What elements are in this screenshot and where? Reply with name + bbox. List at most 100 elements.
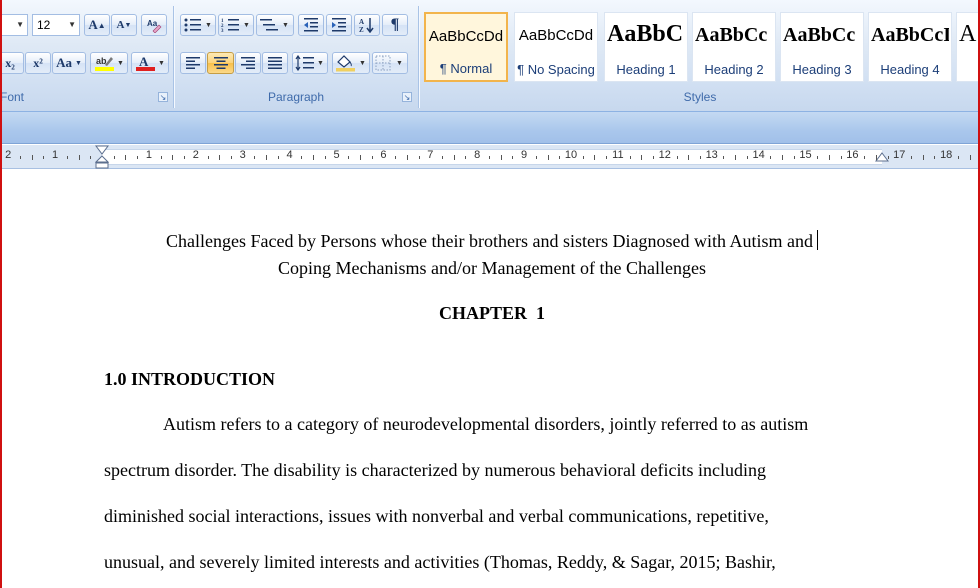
font-color-button[interactable]: A ▼ <box>131 52 169 74</box>
svg-text:Aa: Aa <box>147 19 158 28</box>
ruler-number: 6 <box>380 149 387 161</box>
style-title[interactable]: A <box>956 12 980 82</box>
ribbon-bottom-strip <box>0 112 980 144</box>
increase-indent-button[interactable] <box>326 14 352 36</box>
paragraph-line: diminished social interactions, issues w… <box>104 506 769 526</box>
ruler-tick <box>629 156 631 159</box>
style-sample: AaBbCc <box>783 24 856 46</box>
title-line-1-text: Challenges Faced by Persons whose their … <box>166 231 813 251</box>
ruler-tick <box>582 156 584 159</box>
font-dialog-launcher-icon[interactable]: ↘ <box>158 92 168 102</box>
ruler-tick <box>301 156 303 159</box>
ruler-number: 14 <box>752 149 765 161</box>
decrease-indent-button[interactable] <box>298 14 324 36</box>
ruler-tick <box>113 156 115 159</box>
align-right-icon <box>241 57 255 69</box>
ruler-number: 9 <box>521 149 528 161</box>
font-size-combo[interactable]: 12 ▼ <box>32 14 80 36</box>
change-case-button[interactable]: Aa ▼ <box>52 52 86 74</box>
horizontal-ruler[interactable]: 2 1 1 2 3 4 5 6 7 8 9 10 11 12 13 14 15 16 17 18 <box>0 145 980 169</box>
ruler-number: 5 <box>333 149 340 161</box>
style-normal[interactable]: AaBbCcDd ¶ Normal <box>424 12 508 82</box>
font-group: ▼ 12 ▼ A ▲ A ▼ Aa x₂ x² Aa ▼ ab ▼ A ▼ Fo… <box>0 4 172 108</box>
svg-text:A: A <box>359 18 364 26</box>
svg-text:Z: Z <box>359 26 364 33</box>
ruler-tick <box>934 156 936 159</box>
ruler-tick <box>277 156 279 159</box>
style-heading-2[interactable]: AaBbCc Heading 2 <box>692 12 776 82</box>
ruler-tick <box>641 155 643 160</box>
style-heading-3[interactable]: AaBbCc Heading 3 <box>780 12 864 82</box>
clear-formatting-button[interactable]: Aa <box>141 14 167 36</box>
title-line-2: Coping Mechanisms and/or Management of t… <box>278 258 706 278</box>
ruler-tick <box>840 156 842 159</box>
align-center-icon <box>213 57 228 69</box>
ruler-number: 2 <box>192 149 199 161</box>
show-formatting-marks-button[interactable]: ¶ <box>382 14 408 36</box>
chevron-down-icon: ▼ <box>68 20 76 29</box>
ruler-tick <box>699 156 701 159</box>
style-heading-1[interactable]: AaBbC Heading 1 <box>604 12 688 82</box>
ruler-tick <box>230 156 232 159</box>
ruler-number: 13 <box>705 149 718 161</box>
subscript-button[interactable]: x₂ <box>0 52 24 74</box>
borders-icon: ▼ <box>375 55 403 71</box>
ruler-tick <box>782 155 784 160</box>
style-sample: AaBbC <box>607 21 684 47</box>
font-name-combo[interactable]: ▼ <box>0 14 28 36</box>
ruler-tick <box>43 156 45 159</box>
ruler-tick <box>911 156 913 159</box>
paragraph-group: ▼ 1 2 3 ▼ ▼ A Z ¶ ▼ ▼ ▼ Paragraph ↘ <box>176 4 416 108</box>
style-heading-4[interactable]: AaBbCcI Heading 4 <box>868 12 952 82</box>
shrink-font-button[interactable]: A ▼ <box>111 14 137 36</box>
chevron-down-icon: ▼ <box>74 59 82 67</box>
style-name: Heading 1 <box>616 62 676 77</box>
grow-font-button[interactable]: A ▲ <box>84 14 110 36</box>
paragraph-dialog-launcher-icon[interactable]: ↘ <box>402 92 412 102</box>
svg-text:▼: ▼ <box>158 59 165 67</box>
svg-text:A: A <box>139 54 149 69</box>
align-right-button[interactable] <box>235 52 261 74</box>
bullets-button[interactable]: ▼ <box>180 14 216 36</box>
style-sample: A <box>959 21 977 47</box>
shading-button[interactable]: ▼ <box>332 52 370 74</box>
font-color-icon: A ▼ <box>136 54 165 71</box>
document-title[interactable]: Challenges Faced by Persons whose their … <box>110 228 874 282</box>
superscript-button[interactable]: x² <box>25 52 51 74</box>
align-left-button[interactable] <box>180 52 206 74</box>
ruler-tick <box>828 155 830 160</box>
paragraph-group-label: Paragraph <box>267 90 325 104</box>
line-spacing-button[interactable]: ▼ <box>292 52 328 74</box>
align-center-button[interactable] <box>207 52 234 74</box>
svg-text:▼: ▼ <box>205 21 212 29</box>
style-name: Heading 3 <box>792 62 852 77</box>
ruler-tick <box>184 156 186 159</box>
ruler-tick <box>406 155 408 160</box>
numbering-button[interactable]: 1 2 3 ▼ <box>218 14 254 36</box>
borders-button[interactable]: ▼ <box>372 52 408 74</box>
ruler-tick <box>465 156 467 159</box>
first-line-indent-marker-icon[interactable] <box>95 145 109 169</box>
svg-text:▼: ▼ <box>117 59 124 67</box>
align-left-icon <box>186 57 200 69</box>
style-sample: AaBbCc <box>695 24 768 46</box>
increase-indent-icon <box>332 18 346 32</box>
shrink-arrow-icon: ▼ <box>124 21 132 29</box>
ruler-number: 2 <box>5 149 12 161</box>
ruler-tick <box>348 156 350 159</box>
svg-text:▼: ▼ <box>396 59 403 67</box>
group-divider <box>418 6 419 108</box>
text-highlight-button[interactable]: ab ▼ <box>90 52 128 74</box>
ruler-tick <box>313 155 315 160</box>
ruler-tick <box>887 156 889 159</box>
justify-button[interactable] <box>262 52 288 74</box>
document-page[interactable]: Challenges Faced by Persons whose their … <box>0 170 980 588</box>
sort-button[interactable]: A Z <box>354 14 380 36</box>
style-no-spacing[interactable]: AaBbCcDd ¶ No Spacing <box>514 12 598 82</box>
ruler-tick <box>793 156 795 159</box>
justify-icon <box>268 57 282 69</box>
ruler-number: 8 <box>474 149 481 161</box>
ruler-number: 17 <box>893 149 906 161</box>
multilevel-list-button[interactable]: ▼ <box>256 14 294 36</box>
ruler-tick <box>219 155 221 160</box>
